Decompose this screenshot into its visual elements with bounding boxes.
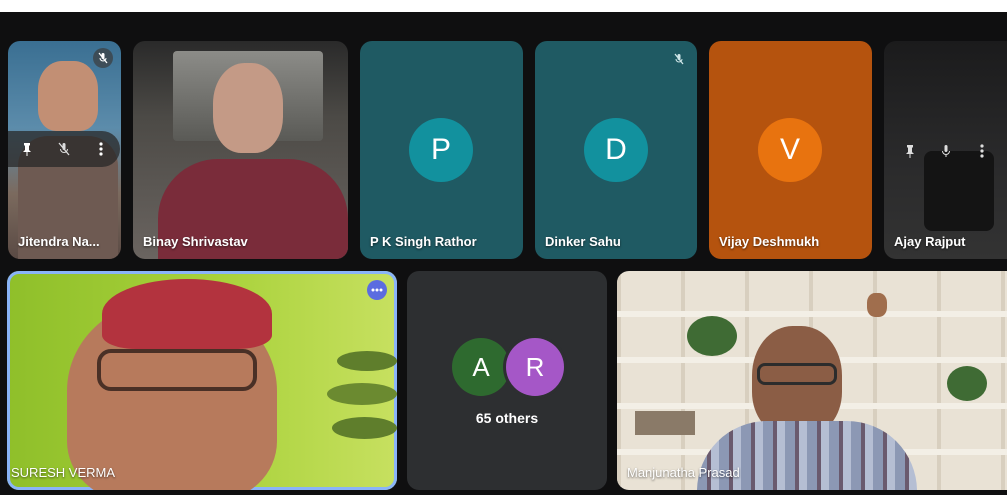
participant-tile-jitendra[interactable]: Jitendra Na... [8,41,121,259]
video-feed-glasses [757,363,837,385]
shelf-books [635,411,695,435]
others-count: 65 others [475,410,539,426]
participant-name: P K Singh Rathor [370,234,477,249]
pin-icon[interactable] [17,139,37,159]
video-feed [38,61,98,131]
shelf-plant [687,316,737,356]
mic-muted-icon [669,49,689,69]
avatar: P [409,118,473,182]
shelf-plant [947,366,987,401]
more-options-icon[interactable] [91,139,111,159]
participant-tile-binay[interactable]: Binay Shrivastav [133,41,348,259]
participant-tile-manjunatha-prasad[interactable]: Manjunatha Prasad [617,271,1007,490]
participant-name: Jitendra Na... [18,234,100,249]
avatar: D [584,118,648,182]
mic-muted-icon [93,48,113,68]
others-tile[interactable]: A R 65 others [407,271,607,490]
video-feed-cap [102,279,272,349]
video-feed-stones [337,351,397,371]
participant-name: Ajay Rajput [894,234,966,249]
participant-tile-suresh-verma[interactable]: SURESH VERMA [7,271,397,490]
participant-name: SURESH VERMA [11,465,116,480]
video-feed-stones [332,417,397,439]
participant-name: Vijay Deshmukh [719,234,820,249]
more-options-icon[interactable] [367,280,387,300]
meeting-grid: Jitendra Na... Binay Shrivastav P P K Si… [0,12,1007,495]
video-feed-glasses [97,349,257,391]
avatar: A [452,338,510,396]
tile-hover-toolbar [892,133,1000,169]
shelf-vase [867,293,887,317]
video-feed-stones [327,383,397,405]
participant-name: Dinker Sahu [545,234,621,249]
video-feed [213,63,283,153]
participant-tile-vijay-deshmukh[interactable]: V Vijay Deshmukh [709,41,872,259]
tile-hover-toolbar [8,131,120,167]
participant-name: Manjunatha Prasad [627,465,740,480]
participant-name: Binay Shrivastav [143,234,248,249]
pin-icon[interactable] [900,141,920,161]
mic-icon[interactable] [936,141,956,161]
participant-tile-dinker-sahu[interactable]: D Dinker Sahu [535,41,697,259]
more-options-icon[interactable] [972,141,992,161]
participant-tile-ajay-rajput[interactable]: Ajay Rajput [884,41,1007,259]
avatar: R [506,338,564,396]
avatar: V [758,118,822,182]
participant-tile-pk-singh-rathor[interactable]: P P K Singh Rathor [360,41,523,259]
mic-muted-icon[interactable] [54,139,74,159]
